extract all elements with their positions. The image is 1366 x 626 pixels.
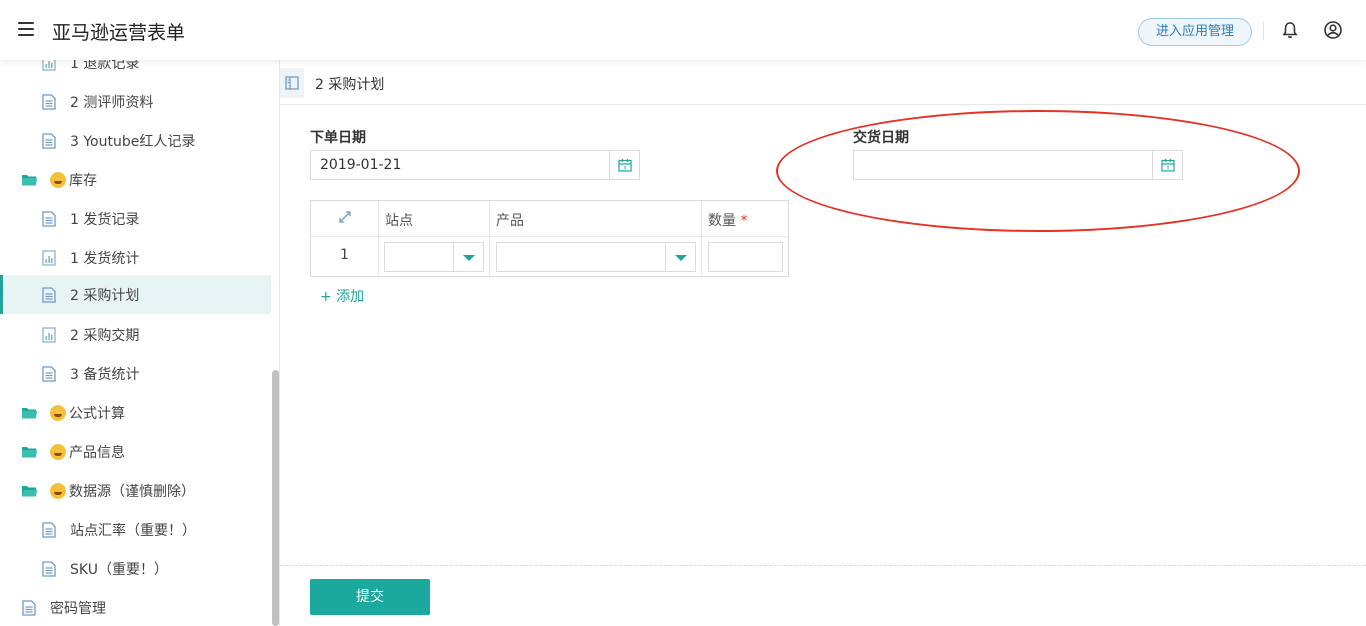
stats-sheet-icon: [42, 326, 56, 343]
order-date-field[interactable]: 2019-01-21: [310, 150, 640, 180]
sidebar-item-exchange-rate[interactable]: 站点汇率（重要！）: [0, 510, 271, 549]
folder-open-icon: [22, 485, 38, 496]
enter-app-management-button[interactable]: 进入应用管理: [1138, 18, 1252, 46]
emoji-icon: [50, 171, 66, 188]
column-header-product: 产品: [490, 201, 702, 237]
calendar-icon[interactable]: [609, 151, 639, 179]
app-title: 亚马逊运营表单: [52, 22, 186, 44]
sidebar-item-purchase-plan[interactable]: 2 采购计划: [0, 275, 271, 314]
chevron-down-icon[interactable]: [453, 243, 483, 271]
sidebar-folder-inventory[interactable]: 库存: [0, 160, 271, 199]
main-content: 2 采购计划 下单日期 2019-01-21 交货日期 站点 产品 数量 * 1: [280, 60, 1366, 626]
folder-icon: [22, 407, 37, 418]
document-icon: [42, 93, 56, 110]
footer-divider: [280, 565, 1366, 566]
delivery-date-field[interactable]: [853, 150, 1183, 180]
folder-icon: [22, 174, 37, 185]
site-select[interactable]: [384, 242, 484, 272]
top-header: 亚马逊运营表单 进入应用管理: [0, 0, 1366, 60]
expand-table-icon[interactable]: [311, 201, 379, 237]
sidebar-item-shipping-records[interactable]: 1 发货记录: [0, 199, 271, 238]
toggle-sidebar-icon[interactable]: [280, 68, 304, 98]
emoji-icon: [50, 482, 66, 499]
tab-purchase-plan[interactable]: 2 采购计划: [315, 74, 384, 94]
hamburger-menu-icon[interactable]: [18, 21, 36, 37]
sidebar: 1 退款记录 2 测评师资料 3 Youtube红人记录 库存 1 发货记录 1…: [0, 60, 280, 626]
sidebar-folder-data-source[interactable]: 数据源（谨慎删除）: [0, 471, 271, 510]
sidebar-item-reviewer-data[interactable]: 2 测评师资料: [0, 82, 271, 121]
emoji-icon: [50, 404, 66, 421]
emoji-icon: [50, 443, 66, 460]
purchase-items-table: 站点 产品 数量 * 1: [310, 200, 789, 277]
folder-icon: [22, 446, 37, 457]
site-cell: [379, 237, 490, 276]
sidebar-item-youtube-influencers[interactable]: 3 Youtube红人记录: [0, 121, 271, 160]
chevron-down-icon[interactable]: [665, 243, 695, 271]
sidebar-folder-formula[interactable]: 公式计算: [0, 393, 271, 432]
required-mark: *: [740, 213, 748, 229]
sidebar-item-refund-records[interactable]: 1 退款记录: [0, 60, 271, 82]
document-icon: [42, 132, 56, 149]
header-divider: [1263, 22, 1264, 40]
sidebar-item-sku[interactable]: SKU（重要！）: [0, 549, 271, 588]
plus-icon: +: [320, 289, 332, 305]
user-account-icon[interactable]: [1323, 20, 1343, 40]
document-icon: [42, 521, 56, 538]
calendar-icon[interactable]: [1152, 151, 1182, 179]
document-icon: [42, 286, 56, 303]
quantity-cell: [702, 237, 788, 276]
sidebar-item-password-management[interactable]: 密码管理: [0, 588, 271, 626]
submit-button[interactable]: 提交: [310, 579, 430, 615]
add-row-button[interactable]: + 添加: [320, 286, 364, 306]
column-header-quantity: 数量 *: [702, 201, 788, 237]
sidebar-folder-product-info[interactable]: 产品信息: [0, 432, 271, 471]
bell-icon[interactable]: [1280, 20, 1300, 40]
sidebar-scrollbar-thumb[interactable]: [272, 370, 279, 626]
quantity-input[interactable]: [708, 242, 783, 272]
document-icon: [42, 210, 56, 227]
product-cell: [490, 237, 702, 276]
sidebar-item-shipping-stats[interactable]: 1 发货统计: [0, 238, 271, 277]
sidebar-item-stock-stats[interactable]: 3 备货统计: [0, 354, 271, 393]
row-index: 1: [311, 237, 379, 276]
stats-sheet-icon: [42, 60, 56, 71]
tab-bar: 2 采购计划: [280, 60, 1366, 105]
column-header-site: 站点: [379, 201, 490, 237]
stats-sheet-icon: [42, 249, 56, 266]
product-select[interactable]: [496, 242, 696, 272]
document-icon: [42, 560, 56, 577]
delivery-date-label: 交货日期: [853, 130, 909, 146]
sidebar-item-purchase-lead-time[interactable]: 2 采购交期: [0, 315, 271, 354]
order-date-label: 下单日期: [310, 130, 366, 146]
document-icon: [42, 365, 56, 382]
order-date-value: 2019-01-21: [320, 157, 402, 173]
document-icon: [22, 599, 36, 616]
